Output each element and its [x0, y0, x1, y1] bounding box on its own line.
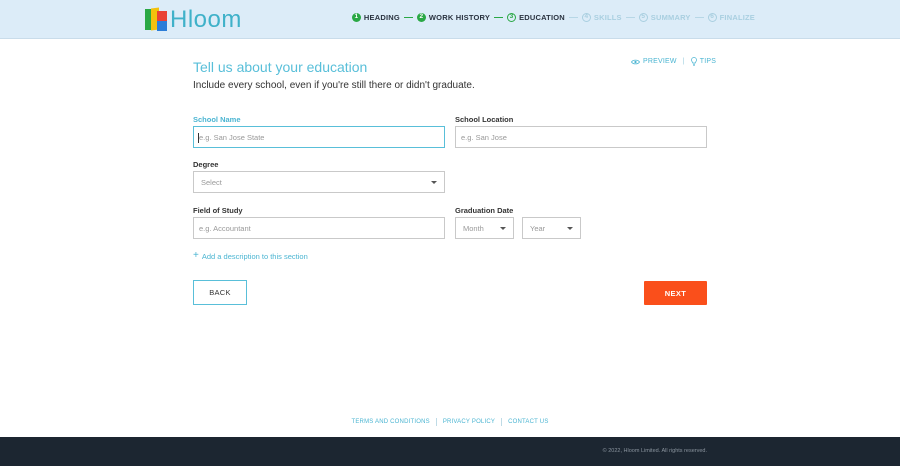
step-label: HEADING [363, 13, 400, 22]
field-of-study-input[interactable]: e.g. Accountant [193, 217, 445, 239]
back-button[interactable]: BACK [193, 280, 247, 305]
footer-links: TERMS AND CONDITIONS PRIVACY POLICY CONT… [0, 418, 900, 426]
preview-link[interactable]: PREVIEW [631, 58, 677, 65]
school-location-label: School Location [455, 115, 514, 124]
step-label: SUMMARY [650, 13, 691, 22]
field-of-study-label: Field of Study [193, 206, 243, 215]
month-selected-value: Month [463, 223, 484, 233]
chevron-down-icon [567, 227, 573, 230]
next-button[interactable]: NEXT [644, 281, 707, 305]
graduation-year-select[interactable]: Year [522, 217, 581, 239]
school-location-placeholder: e.g. San Jose [461, 132, 507, 142]
field-of-study-placeholder: e.g. Accountant [199, 223, 251, 233]
step-connector [403, 16, 413, 19]
school-name-label: School Name [193, 115, 241, 124]
plus-icon: + [193, 250, 199, 261]
hloom-logo[interactable]: Hloom [145, 6, 242, 33]
school-name-placeholder: e.g. San Jose State [199, 132, 265, 142]
graduation-date-label: Graduation Date [455, 206, 514, 215]
step-number: 2 [416, 13, 426, 22]
step-number: 6 [707, 13, 717, 22]
step-number: 4 [581, 13, 591, 22]
divider: | [682, 58, 685, 65]
step-education[interactable]: 3 EDUCATION [507, 13, 565, 22]
school-name-input[interactable]: e.g. San Jose State [193, 126, 445, 148]
step-connector [625, 16, 635, 19]
step-number: 5 [638, 13, 648, 22]
tips-label: TIPS [699, 58, 717, 65]
page-subtitle: Include every school, even if you're sti… [193, 80, 475, 91]
divider [501, 418, 503, 426]
step-number: 1 [351, 13, 361, 22]
page-title: Tell us about your education [193, 59, 368, 75]
step-connector [568, 16, 578, 19]
terms-link[interactable]: TERMS AND CONDITIONS [351, 419, 429, 426]
step-finalize: 6 FINALIZE [707, 13, 755, 22]
step-connector [694, 16, 704, 19]
graduation-month-select[interactable]: Month [455, 217, 514, 239]
year-selected-value: Year [530, 223, 546, 233]
logo-text: Hloom [170, 6, 242, 33]
degree-label: Degree [193, 160, 219, 169]
chevron-down-icon [431, 181, 437, 184]
copyright-text: © 2022, Hloom Limited. All rights reserv… [602, 448, 707, 454]
hloom-logo-icon [145, 7, 169, 32]
preview-label: PREVIEW [643, 58, 677, 65]
step-label: EDUCATION [519, 13, 565, 22]
tips-link[interactable]: TIPS [690, 57, 717, 66]
eye-icon [631, 59, 640, 64]
step-work-history[interactable]: 2 WORK HISTORY [416, 13, 491, 22]
step-label: SKILLS [593, 13, 622, 22]
step-number: 3 [507, 13, 517, 22]
degree-select[interactable]: Select [193, 171, 445, 193]
footer-bar: © 2022, Hloom Limited. All rights reserv… [0, 437, 900, 466]
contact-link[interactable]: CONTACT US [508, 419, 548, 426]
add-description-label: Add a description to this section [201, 251, 308, 261]
preview-tips-links: PREVIEW | TIPS [631, 57, 716, 66]
step-label: FINALIZE [719, 13, 755, 22]
step-heading[interactable]: 1 HEADING [351, 13, 400, 22]
text-cursor [198, 133, 199, 143]
step-summary: 5 SUMMARY [638, 13, 691, 22]
degree-selected-value: Select [201, 177, 222, 187]
step-connector [494, 16, 504, 19]
chevron-down-icon [500, 227, 506, 230]
privacy-link[interactable]: PRIVACY POLICY [443, 419, 495, 426]
add-description-link[interactable]: + Add a description to this section [193, 251, 308, 261]
school-location-input[interactable]: e.g. San Jose [455, 126, 707, 148]
step-skills: 4 SKILLS [581, 13, 622, 22]
step-label: WORK HISTORY [428, 13, 491, 22]
header-bar: Hloom 1 HEADING 2 WORK HISTORY 3 EDUCATI… [0, 0, 900, 39]
divider [435, 418, 437, 426]
lightbulb-icon [690, 57, 697, 66]
progress-steps: 1 HEADING 2 WORK HISTORY 3 EDUCATION 4 S… [351, 13, 755, 22]
